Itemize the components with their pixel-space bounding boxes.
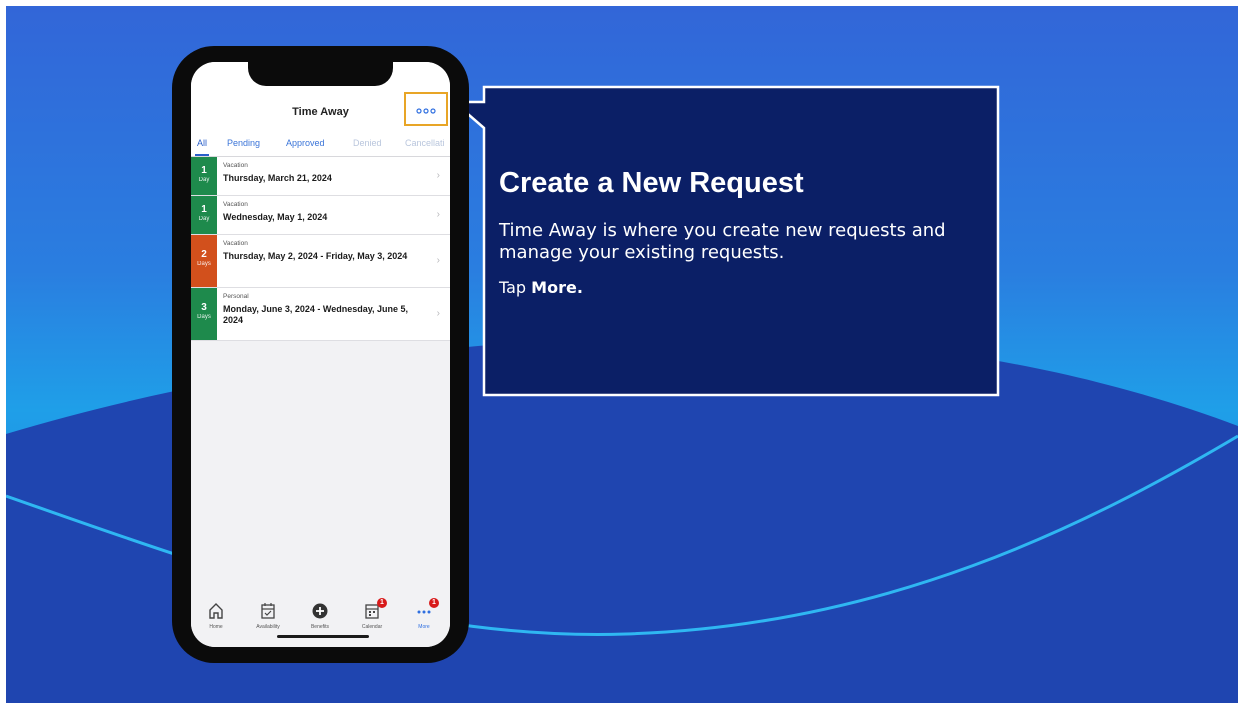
request-row[interactable]: 3 Days Personal Monday, June 3, 2024 - W… xyxy=(191,288,450,341)
callout-content: Create a New Request Time Away is where … xyxy=(499,166,989,298)
tab-all[interactable]: All xyxy=(197,138,207,148)
notification-badge: 1 xyxy=(377,598,387,608)
plus-circle-icon xyxy=(295,602,345,622)
duration-count: 3 xyxy=(201,302,207,313)
tab-home[interactable]: Home xyxy=(191,602,241,630)
tab-home-label: Home xyxy=(209,624,223,630)
calendar-icon: 1 xyxy=(347,598,397,622)
tab-benefits[interactable]: Benefits xyxy=(295,602,345,630)
chevron-right-icon: › xyxy=(436,308,440,319)
request-date: Thursday, March 21, 2024 xyxy=(223,173,332,183)
request-row[interactable]: 1 Day Vacation Wednesday, May 1, 2024 › xyxy=(191,196,450,235)
request-date: Wednesday, May 1, 2024 xyxy=(223,212,328,222)
callout-instruction: Tap More. xyxy=(499,278,989,298)
duration-count: 1 xyxy=(201,165,207,176)
phone-frame: Time Away All Pending Approved Denied Ca… xyxy=(172,46,469,663)
chevron-right-icon: › xyxy=(436,170,440,181)
request-row[interactable]: 2 Days Vacation Thursday, May 2, 2024 - … xyxy=(191,235,450,288)
request-date: Thursday, May 2, 2024 - Friday, May 3, 2… xyxy=(223,251,408,261)
request-row[interactable]: 1 Day Vacation Thursday, March 21, 2024 … xyxy=(191,157,450,196)
callout-instruction-target: More. xyxy=(531,278,583,297)
tab-benefits-label: Benefits xyxy=(310,624,330,630)
bottom-tab-bar: Home Availability Benefits 1 Calendar 1 … xyxy=(191,590,450,647)
tab-calendar[interactable]: 1 Calendar xyxy=(347,598,397,630)
notification-badge: 1 xyxy=(429,598,439,608)
home-indicator xyxy=(277,635,369,638)
active-tab-indicator xyxy=(195,154,209,156)
more-dots-icon: 1 xyxy=(399,598,449,622)
tab-cancelled[interactable]: Cancellati xyxy=(405,138,445,148)
request-type: Vacation xyxy=(223,240,248,247)
chevron-right-icon: › xyxy=(436,255,440,266)
more-options-button[interactable] xyxy=(404,92,448,126)
duration-unit: Day xyxy=(198,177,210,183)
availability-icon xyxy=(243,602,293,622)
request-type: Personal xyxy=(223,293,249,300)
callout-title: Create a New Request xyxy=(499,167,804,199)
duration-badge: 3 Days xyxy=(191,288,217,340)
duration-unit: Days xyxy=(197,261,211,267)
tab-approved[interactable]: Approved xyxy=(286,138,325,148)
duration-unit: Days xyxy=(197,314,211,320)
request-date: Monday, June 3, 2024 - Wednesday, June 5… xyxy=(223,304,409,325)
callout-body: Time Away is where you create new reques… xyxy=(499,220,946,263)
request-type: Vacation xyxy=(223,201,248,208)
duration-count: 1 xyxy=(201,204,207,215)
phone-screen: Time Away All Pending Approved Denied Ca… xyxy=(191,62,450,647)
tab-more[interactable]: 1 More xyxy=(399,598,449,630)
request-list: 1 Day Vacation Thursday, March 21, 2024 … xyxy=(191,157,450,341)
tab-more-label: More xyxy=(418,624,430,630)
phone-notch xyxy=(248,62,393,86)
tab-availability[interactable]: Availability xyxy=(243,602,293,630)
home-icon xyxy=(191,602,241,622)
duration-unit: Day xyxy=(198,216,210,222)
filter-tabs: All Pending Approved Denied Cancellati xyxy=(191,132,450,157)
duration-badge: 1 Day xyxy=(191,196,217,234)
tutorial-slide: Create a New Request Time Away is where … xyxy=(6,6,1238,703)
tab-denied[interactable]: Denied xyxy=(353,138,382,148)
tab-availability-label: Availability xyxy=(256,624,280,630)
duration-badge: 1 Day xyxy=(191,157,217,195)
more-dots-icon xyxy=(406,104,446,116)
chevron-right-icon: › xyxy=(436,209,440,220)
callout-instruction-prefix: Tap xyxy=(499,278,532,297)
request-type: Vacation xyxy=(223,162,248,169)
tab-pending[interactable]: Pending xyxy=(227,138,260,148)
duration-count: 2 xyxy=(201,249,207,260)
duration-badge: 2 Days xyxy=(191,235,217,287)
tab-calendar-label: Calendar xyxy=(361,624,383,630)
